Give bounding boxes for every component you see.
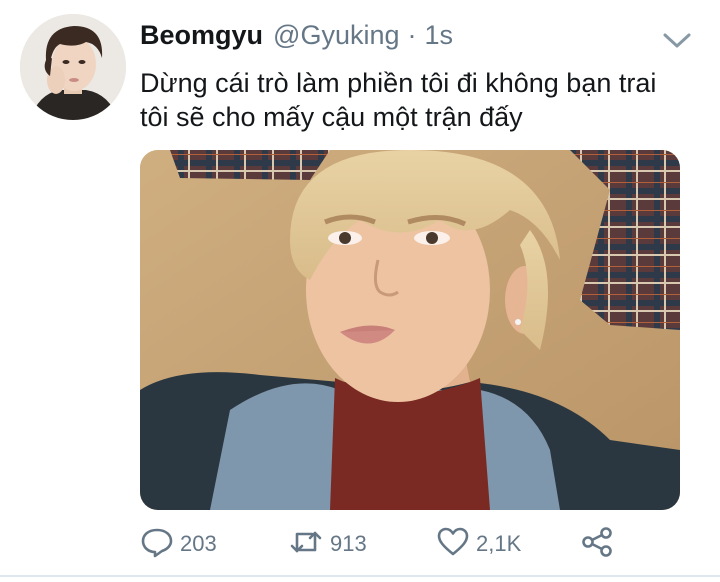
avatar[interactable] <box>20 14 126 120</box>
retweet-count: 913 <box>330 531 367 556</box>
tweet-photo[interactable] <box>140 150 680 510</box>
like-count: 2,1K <box>476 531 522 556</box>
chevron-down-icon[interactable] <box>660 28 694 52</box>
divider <box>0 575 720 577</box>
heart-icon <box>436 525 470 564</box>
timestamp[interactable]: 1s <box>425 20 454 51</box>
retweet-arrows-icon <box>288 525 324 564</box>
tweet-actions: 203 913 2,1K <box>140 524 700 564</box>
display-name[interactable]: Beomgyu <box>140 20 263 51</box>
like-button[interactable]: 2,1K <box>436 524 521 564</box>
retweet-button[interactable]: 913 <box>288 524 367 564</box>
tweet-text-line: tôi sẽ cho mấy cậu một trận đấy <box>140 102 523 132</box>
user-handle[interactable]: @Gyuking <box>273 20 399 51</box>
tweet-header: Beomgyu @Gyuking · 1s <box>140 20 453 56</box>
speech-bubble-icon <box>140 525 174 564</box>
photo-illustration <box>140 150 680 510</box>
avatar-photo <box>20 14 126 120</box>
reply-button[interactable]: 203 <box>140 524 217 564</box>
tweet-text: Dừng cái trò làm phiền tôi đi không bạn … <box>140 66 700 134</box>
reply-count: 203 <box>180 531 217 556</box>
share-button[interactable] <box>580 524 614 564</box>
tweet-text-line: Dừng cái trò làm phiền tôi đi không bạn … <box>140 68 657 98</box>
tweet-card[interactable]: Beomgyu @Gyuking · 1s Dừng cái trò làm p… <box>0 0 720 582</box>
share-nodes-icon <box>580 525 614 564</box>
separator-dot: · <box>407 20 417 50</box>
